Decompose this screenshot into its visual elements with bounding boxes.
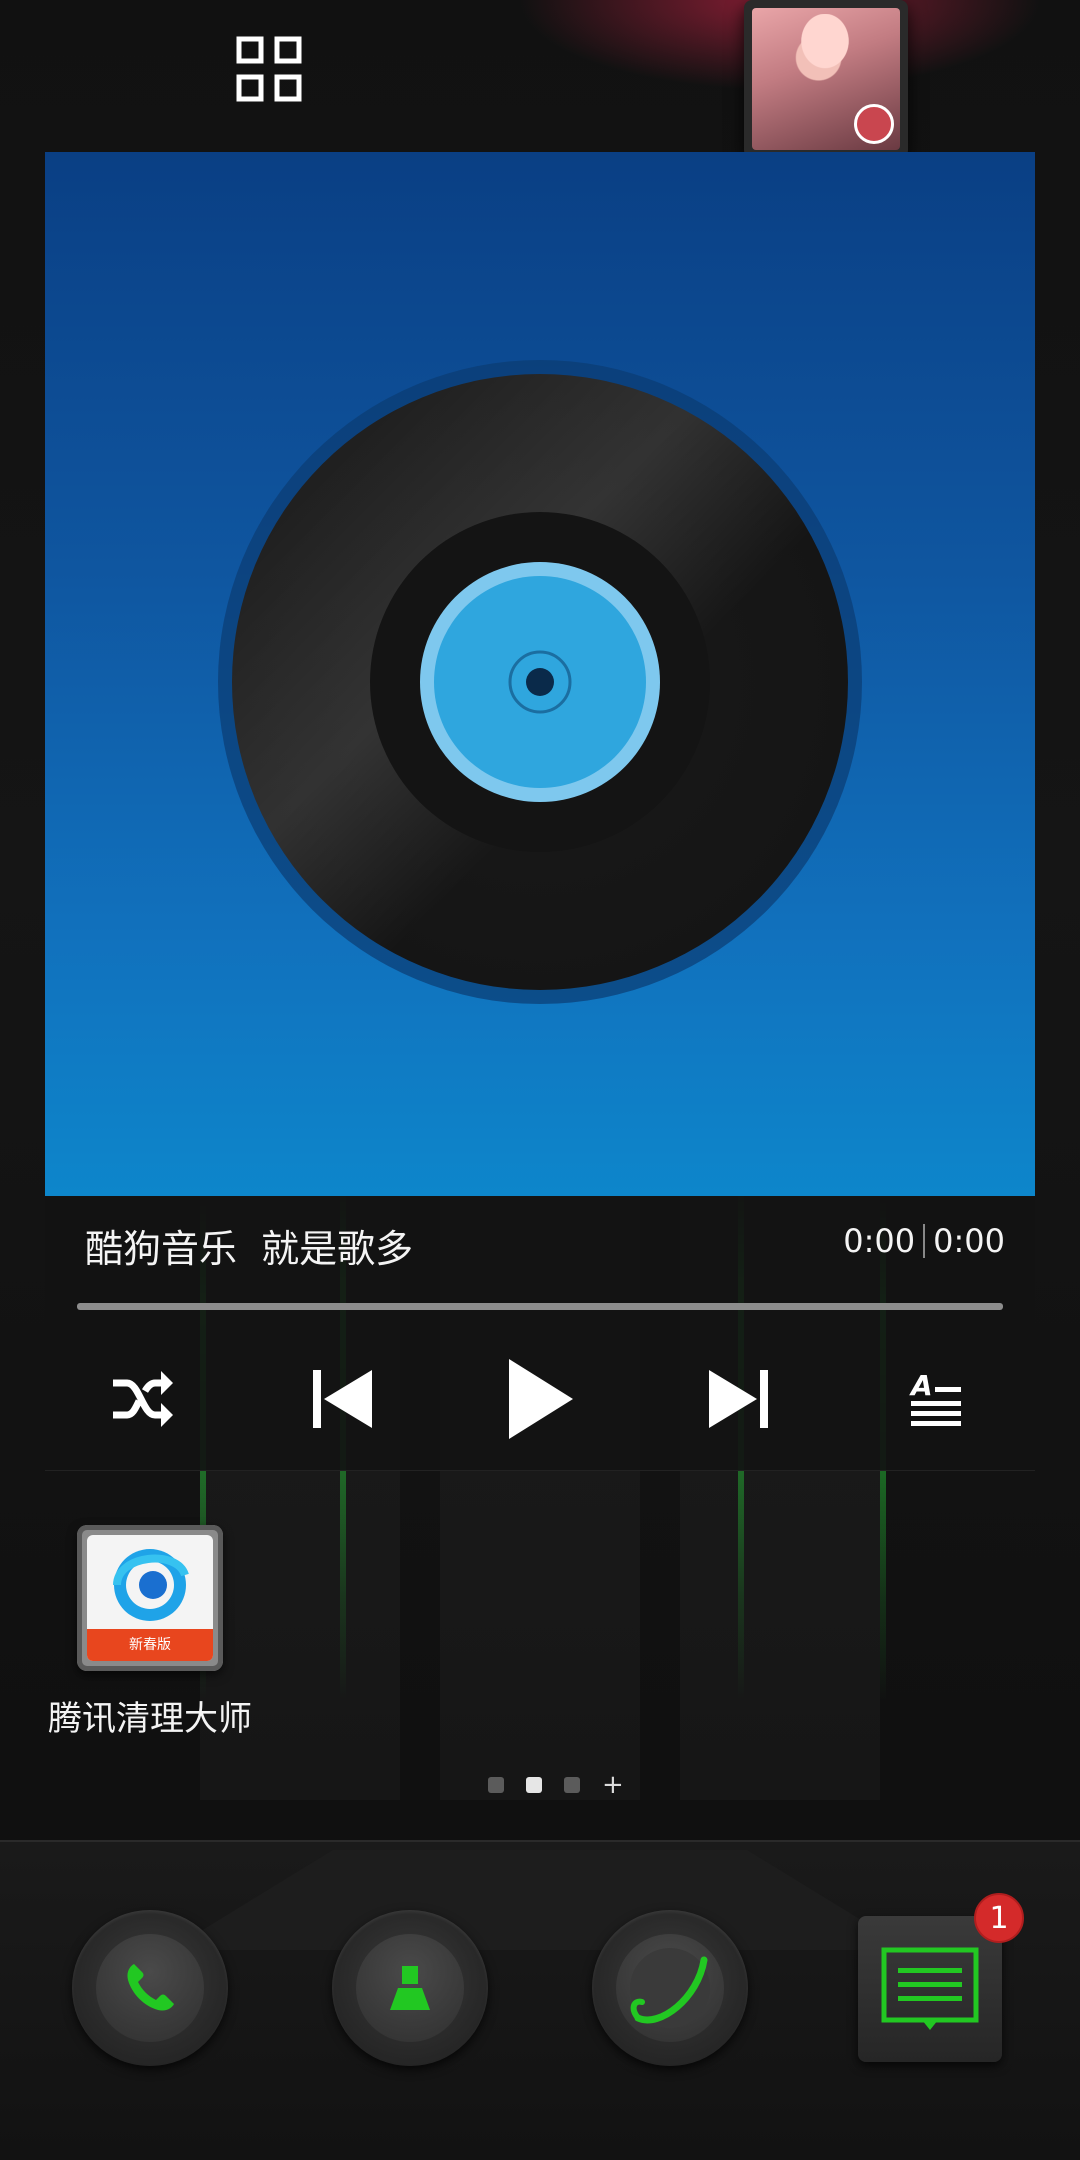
skip-next-icon — [709, 1370, 768, 1428]
previous-button[interactable] — [298, 1354, 388, 1444]
play-button[interactable] — [495, 1354, 585, 1444]
notification-badge: 1 — [974, 1893, 1024, 1943]
game-logo-icon — [854, 104, 894, 144]
play-icon — [509, 1359, 573, 1439]
game-app-shortcut[interactable] — [744, 0, 908, 158]
app-shortcut-tencent-cleaner[interactable]: 新春版 腾讯清理大师 — [40, 1525, 260, 1745]
app-label: 腾讯清理大师 — [48, 1699, 252, 1739]
page-dot[interactable] — [564, 1777, 580, 1793]
lyrics-icon: A — [909, 1369, 961, 1426]
game-portrait-icon — [752, 8, 900, 150]
app-drawer-button[interactable] — [236, 36, 302, 102]
add-page-button[interactable]: + — [602, 1772, 624, 1798]
cleaner-swirl-icon — [113, 1549, 189, 1621]
total-time: 0:00 — [933, 1222, 1005, 1260]
contacts-icon — [390, 1966, 430, 2010]
messages-button[interactable] — [858, 1916, 1002, 2062]
contacts-button[interactable] — [332, 1910, 488, 2066]
album-art[interactable] — [45, 152, 1035, 1196]
messages-icon — [881, 1947, 979, 2030]
page-indicator: + — [488, 1772, 638, 1798]
time-divider — [923, 1224, 926, 1258]
phone-button[interactable] — [72, 1910, 228, 2066]
lyrics-button[interactable]: A — [891, 1354, 981, 1444]
icon-band-label: 新春版 — [87, 1629, 213, 1661]
player-controls: 酷狗音乐 就是歌多 0:00 0:00 A — [45, 1196, 1035, 1471]
page-dot-active[interactable] — [526, 1777, 542, 1793]
phone-icon — [127, 1964, 174, 2011]
music-player-widget: 酷狗音乐 就是歌多 0:00 0:00 A — [45, 152, 1035, 1471]
skip-previous-icon — [313, 1370, 372, 1428]
time-readout: 0:00 0:00 — [843, 1222, 1005, 1260]
song-title: 酷狗音乐 就是歌多 — [85, 1227, 414, 1271]
shuffle-button[interactable] — [97, 1354, 187, 1444]
browser-icon — [630, 1948, 710, 2028]
grid-icon — [236, 36, 302, 102]
next-button[interactable] — [693, 1354, 783, 1444]
tencent-cleaner-icon: 新春版 — [77, 1525, 223, 1671]
svg-text:A: A — [909, 1369, 933, 1402]
progress-bar[interactable] — [77, 1303, 1003, 1310]
browser-button[interactable] — [592, 1910, 748, 2066]
home-screen: 酷狗音乐 就是歌多 0:00 0:00 A 新春版 腾讯清理大师 + 1 — [0, 0, 1080, 2160]
elapsed-time: 0:00 — [843, 1222, 916, 1260]
vinyl-record-icon — [218, 360, 862, 1004]
shuffle-icon — [113, 1371, 173, 1427]
page-dot[interactable] — [488, 1777, 504, 1793]
